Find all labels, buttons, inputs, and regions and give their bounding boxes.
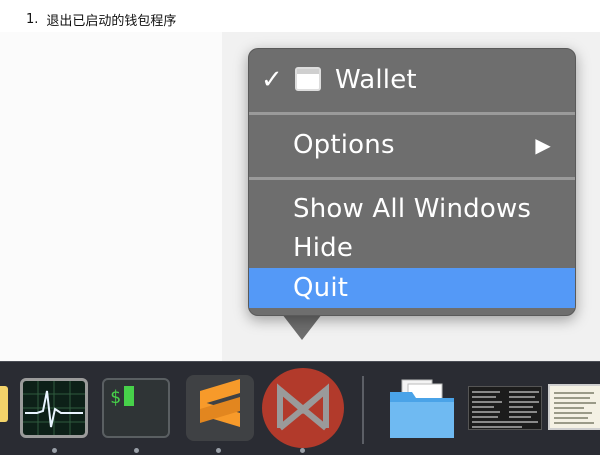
terminal-window-thumbnail-icon <box>472 391 539 428</box>
menu-item-wallet[interactable]: ✓ Wallet <box>249 61 575 99</box>
running-indicator <box>52 448 57 453</box>
dock-window-thumbnail-1[interactable] <box>468 386 542 430</box>
menu-item-hide[interactable]: Hide <box>249 230 575 266</box>
menu-item-options-label: Options <box>293 130 395 160</box>
sublime-logo-icon <box>200 379 240 427</box>
document-window-thumbnail-icon <box>554 392 596 424</box>
terminal-cursor <box>123 386 134 406</box>
menu-item-quit-label: Quit <box>293 273 349 303</box>
terminal-prompt: $ <box>110 387 121 408</box>
wallet-logo-icon <box>277 383 329 431</box>
window-icon <box>295 67 321 91</box>
dock-terminal-icon[interactable]: $ <box>102 378 170 438</box>
menu-separator <box>249 177 575 180</box>
menu-item-hide-label: Hide <box>293 233 354 263</box>
menu-pointer-tail <box>282 314 322 340</box>
dock-divider <box>362 376 364 444</box>
instruction-number: 1. <box>26 12 39 27</box>
dock-sublime-text-icon[interactable] <box>186 375 254 441</box>
menu-item-show-all-windows-label: Show All Windows <box>293 194 532 224</box>
activity-graph-icon <box>23 381 85 435</box>
dock-app-partial-icon[interactable] <box>0 386 8 422</box>
submenu-arrow-icon: ▶ <box>535 133 551 157</box>
dock-folder-icon[interactable] <box>388 378 456 440</box>
menu-item-options[interactable]: Options ▶ <box>249 125 575 165</box>
instruction-line: 1. 退出已启动的钱包程序 <box>26 10 176 29</box>
dock-wallet-app-icon[interactable] <box>262 368 344 448</box>
dock-activity-monitor-icon[interactable] <box>20 378 88 438</box>
menu-separator <box>249 112 575 115</box>
menu-item-quit[interactable]: Quit <box>249 268 575 308</box>
running-indicator <box>216 448 221 453</box>
running-indicator <box>134 448 139 453</box>
dock-context-menu: ✓ Wallet Options ▶ Show All Windows Hide… <box>248 48 576 316</box>
menu-item-wallet-label: Wallet <box>335 65 417 95</box>
folder-icon <box>390 379 454 438</box>
running-indicator <box>300 448 305 453</box>
menu-item-show-all-windows[interactable]: Show All Windows <box>249 191 575 227</box>
desktop-left-area <box>0 32 222 361</box>
dock-window-thumbnail-2[interactable] <box>548 384 600 430</box>
instruction-text: 退出已启动的钱包程序 <box>46 14 177 29</box>
checkmark-icon: ✓ <box>261 65 283 95</box>
